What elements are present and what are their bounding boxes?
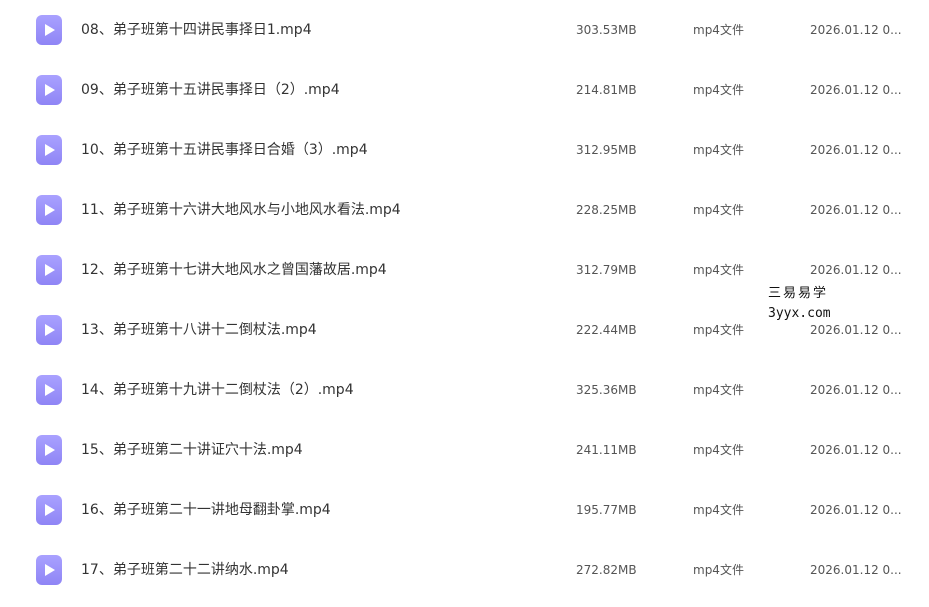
file-date: 2026.01.12 0... xyxy=(810,503,902,517)
file-name[interactable]: 14、弟子班第十九讲十二倒杖法（2）.mp4 xyxy=(81,360,354,420)
file-size: 228.25MB xyxy=(576,203,637,217)
file-name[interactable]: 15、弟子班第二十讲证穴十法.mp4 xyxy=(81,420,303,480)
file-date: 2026.01.12 0... xyxy=(810,143,902,157)
file-row[interactable]: 16、弟子班第二十一讲地母翻卦掌.mp4 195.77MB mp4文件 2026… xyxy=(0,480,929,540)
file-type: mp4文件 xyxy=(693,503,744,517)
file-type: mp4文件 xyxy=(693,23,744,37)
file-name[interactable]: 12、弟子班第十七讲大地风水之曾国藩故居.mp4 xyxy=(81,240,387,300)
file-size: 241.11MB xyxy=(576,443,637,457)
file-row[interactable]: 17、弟子班第二十二讲纳水.mp4 272.82MB mp4文件 2026.01… xyxy=(0,540,929,600)
file-row[interactable]: 15、弟子班第二十讲证穴十法.mp4 241.11MB mp4文件 2026.0… xyxy=(0,420,929,480)
file-size: 325.36MB xyxy=(576,383,637,397)
file-row[interactable]: 08、弟子班第十四讲民事择日1.mp4 303.53MB mp4文件 2026.… xyxy=(0,0,929,60)
video-file-icon xyxy=(36,555,62,585)
file-type: mp4文件 xyxy=(693,143,744,157)
file-row[interactable]: 11、弟子班第十六讲大地风水与小地风水看法.mp4 228.25MB mp4文件… xyxy=(0,180,929,240)
file-type: mp4文件 xyxy=(693,83,744,97)
file-size: 312.79MB xyxy=(576,263,637,277)
file-type: mp4文件 xyxy=(693,203,744,217)
file-date: 2026.01.12 0... xyxy=(810,23,902,37)
file-name[interactable]: 16、弟子班第二十一讲地母翻卦掌.mp4 xyxy=(81,480,331,540)
video-file-icon xyxy=(36,195,62,225)
file-type: mp4文件 xyxy=(693,323,744,337)
file-name[interactable]: 11、弟子班第十六讲大地风水与小地风水看法.mp4 xyxy=(81,180,401,240)
file-type: mp4文件 xyxy=(693,563,744,577)
video-file-icon xyxy=(36,435,62,465)
file-date: 2026.01.12 0... xyxy=(810,383,902,397)
file-type: mp4文件 xyxy=(693,263,744,277)
file-type: mp4文件 xyxy=(693,383,744,397)
video-file-icon xyxy=(36,375,62,405)
file-row[interactable]: 09、弟子班第十五讲民事择日（2）.mp4 214.81MB mp4文件 202… xyxy=(0,60,929,120)
file-type: mp4文件 xyxy=(693,443,744,457)
file-row[interactable]: 14、弟子班第十九讲十二倒杖法（2）.mp4 325.36MB mp4文件 20… xyxy=(0,360,929,420)
file-name[interactable]: 09、弟子班第十五讲民事择日（2）.mp4 xyxy=(81,60,340,120)
file-size: 303.53MB xyxy=(576,23,637,37)
file-size: 272.82MB xyxy=(576,563,637,577)
file-date: 2026.01.12 0... xyxy=(810,83,902,97)
video-file-icon xyxy=(36,255,62,285)
file-date: 2026.01.12 0... xyxy=(810,443,902,457)
watermark-url: 3yyx.com xyxy=(768,306,831,321)
file-size: 312.95MB xyxy=(576,143,637,157)
file-name[interactable]: 10、弟子班第十五讲民事择日合婚（3）.mp4 xyxy=(81,120,368,180)
file-date: 2026.01.12 0... xyxy=(810,563,902,577)
file-size: 195.77MB xyxy=(576,503,637,517)
file-row[interactable]: 10、弟子班第十五讲民事择日合婚（3）.mp4 312.95MB mp4文件 2… xyxy=(0,120,929,180)
file-name[interactable]: 17、弟子班第二十二讲纳水.mp4 xyxy=(81,540,289,600)
video-file-icon xyxy=(36,135,62,165)
watermark-title: 三易易学 xyxy=(768,286,829,301)
video-file-icon xyxy=(36,315,62,345)
video-file-icon xyxy=(36,495,62,525)
video-file-icon xyxy=(36,15,62,45)
file-size: 214.81MB xyxy=(576,83,637,97)
file-size: 222.44MB xyxy=(576,323,637,337)
video-file-icon xyxy=(36,75,62,105)
file-name[interactable]: 13、弟子班第十八讲十二倒杖法.mp4 xyxy=(81,300,317,360)
file-date: 2026.01.12 0... xyxy=(810,203,902,217)
watermark: 三易易学 3yyx.com xyxy=(768,284,831,324)
file-name[interactable]: 08、弟子班第十四讲民事择日1.mp4 xyxy=(81,0,312,60)
